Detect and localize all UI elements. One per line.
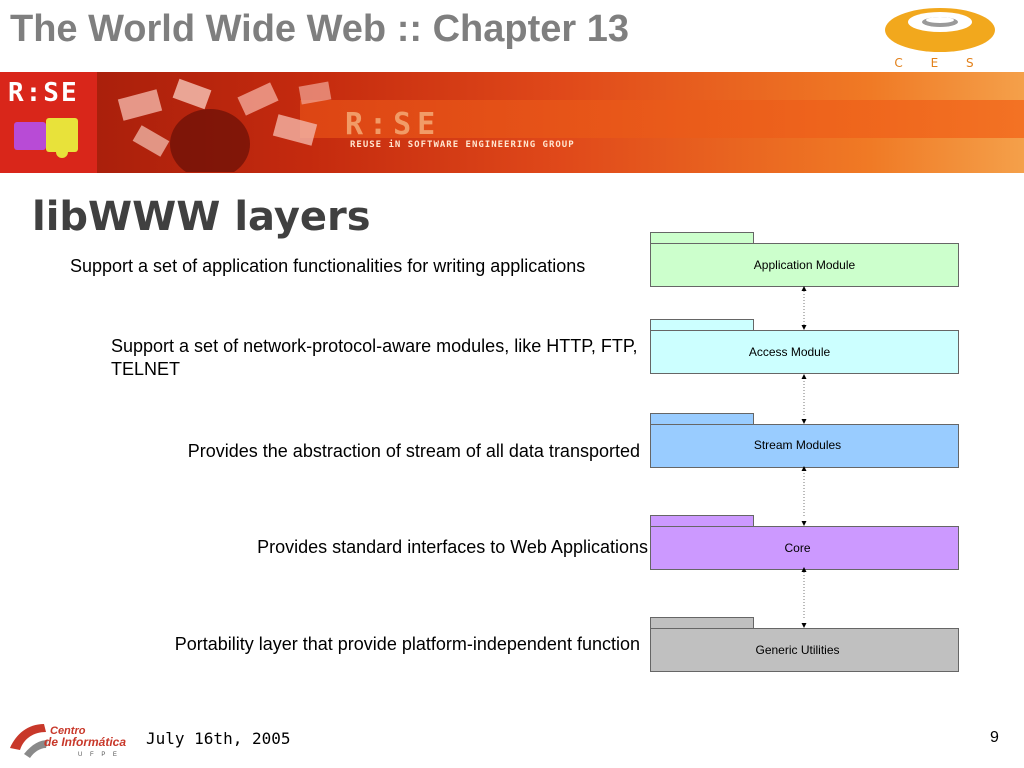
footer-date: July 16th, 2005	[146, 729, 291, 748]
slide-title: The World Wide Web :: Chapter 13	[10, 8, 629, 50]
layer-description: Support a set of network-protocol-aware …	[111, 336, 638, 379]
section-heading: libWWW layers	[32, 194, 371, 240]
layer-connectors	[801, 286, 807, 628]
layer-description: Support a set of application functionali…	[70, 256, 586, 276]
rise-tagline: REUSE iN SOFTWARE ENGINEERING GROUP	[350, 140, 575, 150]
centro-logo-text: U F P E	[78, 752, 120, 758]
layer-description: Portability layer that provide platform-…	[174, 634, 640, 654]
layer-label: Access Module	[748, 345, 831, 359]
page-number: 9	[990, 729, 999, 746]
layer-description: Provides the abstraction of stream of al…	[187, 441, 640, 461]
puzzle-icon	[14, 118, 78, 158]
layer-label: Application Module	[753, 258, 856, 272]
layer-label: Generic Utilities	[755, 643, 840, 657]
rise-logo-text: R:SE	[8, 78, 79, 108]
layer-description: Provides standard interfaces to Web Appl…	[257, 537, 648, 557]
rise-watermark: R:SE	[345, 107, 442, 142]
centro-logo-text: de Informática	[44, 735, 126, 749]
centro-informatica-logo: Centro de Informática U F P E	[10, 724, 126, 758]
banner-puzzle-art	[117, 78, 332, 172]
